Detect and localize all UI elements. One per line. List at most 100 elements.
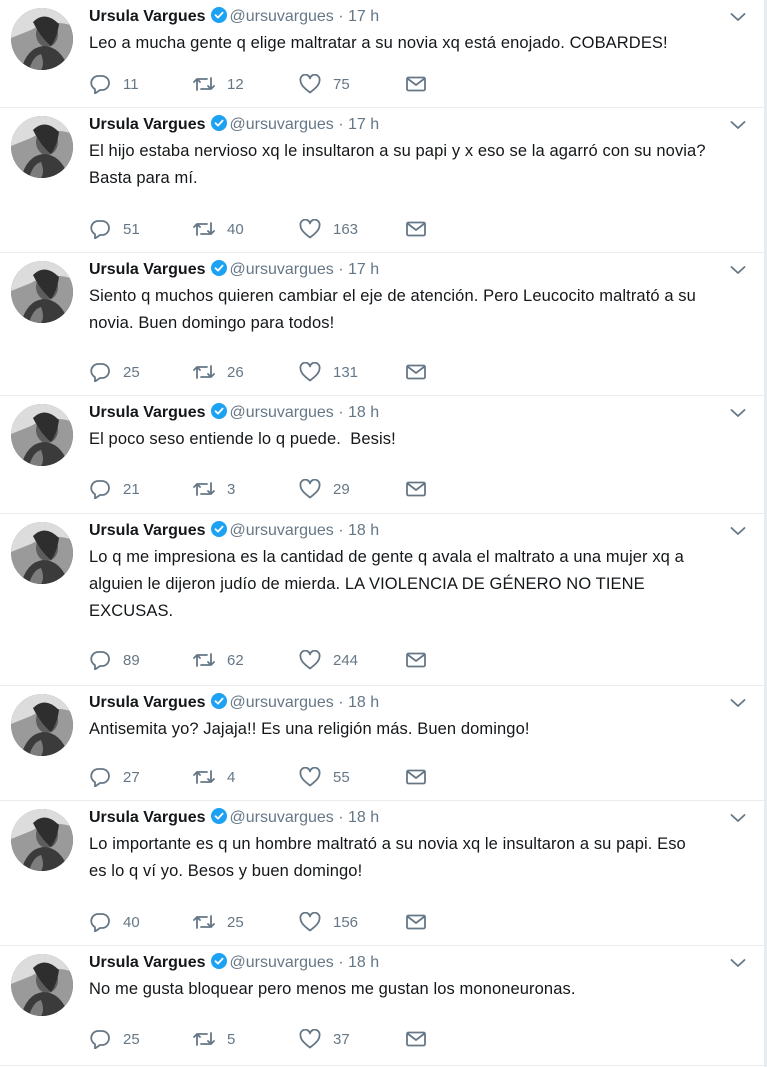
like-count: 156	[333, 913, 359, 931]
display-name[interactable]: Ursula Vargues	[89, 261, 206, 278]
chevron-down-icon[interactable]	[730, 811, 746, 823]
like-button[interactable]: 156	[299, 911, 358, 933]
chevron-down-icon[interactable]	[730, 263, 746, 275]
like-button[interactable]: 131	[299, 361, 358, 383]
username[interactable]: @ursuvargues	[230, 261, 334, 278]
retweet-button[interactable]: 12	[193, 73, 244, 95]
avatar[interactable]	[11, 954, 73, 1016]
tweet[interactable]: Ursula Vargues @ursuvargues · 18 h Lo q m…	[0, 514, 764, 686]
tweet-header: Ursula Vargues @ursuvargues · 17 h	[89, 259, 379, 281]
avatar[interactable]	[11, 404, 73, 466]
tweet-actions: 27 4 55	[89, 766, 449, 788]
verified-badge-icon	[210, 953, 227, 969]
chevron-down-icon[interactable]	[730, 406, 746, 418]
retweet-button[interactable]: 3	[193, 478, 235, 500]
like-button[interactable]: 75	[299, 73, 350, 95]
display-name[interactable]: Ursula Vargues	[89, 954, 206, 971]
tweet[interactable]: Ursula Vargues @ursuvargues · 18 h No me …	[0, 946, 764, 1066]
tweet[interactable]: Ursula Vargues @ursuvargues · 18 h Lo imp…	[0, 801, 764, 946]
chevron-down-icon[interactable]	[730, 956, 746, 968]
username[interactable]: @ursuvargues	[230, 694, 334, 711]
timestamp[interactable]: 18 h	[348, 809, 379, 826]
verified-badge-icon	[210, 115, 227, 131]
chevron-down-icon[interactable]	[730, 118, 746, 130]
avatar[interactable]	[11, 8, 73, 70]
display-name[interactable]: Ursula Vargues	[89, 404, 206, 421]
reply-button[interactable]: 27	[89, 766, 140, 788]
reply-button[interactable]: 25	[89, 361, 140, 383]
direct-message-button[interactable]	[405, 361, 427, 383]
direct-message-button[interactable]	[405, 478, 427, 500]
username[interactable]: @ursuvargues	[230, 954, 334, 971]
avatar[interactable]	[11, 809, 73, 871]
timestamp[interactable]: 17 h	[348, 261, 379, 278]
like-button[interactable]: 37	[299, 1028, 350, 1050]
direct-message-button[interactable]	[405, 649, 427, 671]
tweet[interactable]: Ursula Vargues @ursuvargues · 18 h El poc…	[0, 396, 764, 514]
reply-count: 25	[123, 1030, 140, 1048]
retweet-button[interactable]: 5	[193, 1028, 235, 1050]
like-button[interactable]: 163	[299, 218, 358, 240]
username[interactable]: @ursuvargues	[230, 8, 334, 25]
direct-message-button[interactable]	[405, 766, 427, 788]
direct-message-button[interactable]	[405, 1028, 427, 1050]
direct-message-button[interactable]	[405, 218, 427, 240]
retweet-button[interactable]: 62	[193, 649, 244, 671]
like-button[interactable]: 244	[299, 649, 358, 671]
tweet[interactable]: Ursula Vargues @ursuvargues · 17 h Siento…	[0, 253, 764, 396]
verified-badge-icon	[210, 260, 227, 276]
tweet-text: El poco seso entiende lo q puede. Besis!	[89, 430, 396, 448]
tweet-header: Ursula Vargues @ursuvargues · 17 h	[89, 114, 379, 136]
reply-button[interactable]: 25	[89, 1028, 140, 1050]
display-name[interactable]: Ursula Vargues	[89, 8, 206, 25]
tweet-text: Leo a mucha gente q elige maltratar a su…	[89, 34, 668, 52]
retweet-button[interactable]: 4	[193, 766, 235, 788]
chevron-down-icon[interactable]	[730, 524, 746, 536]
like-button[interactable]: 29	[299, 478, 350, 500]
verified-badge-icon	[210, 7, 227, 23]
retweet-button[interactable]: 26	[193, 361, 244, 383]
username[interactable]: @ursuvargues	[230, 116, 334, 133]
display-name[interactable]: Ursula Vargues	[89, 694, 206, 711]
display-name[interactable]: Ursula Vargues	[89, 116, 206, 133]
avatar[interactable]	[11, 522, 73, 584]
like-count: 29	[333, 480, 350, 498]
display-name[interactable]: Ursula Vargues	[89, 522, 206, 539]
tweet-text: Lo importante es q un hombre maltrató a …	[89, 835, 686, 880]
avatar[interactable]	[11, 694, 73, 756]
reply-button[interactable]: 11	[89, 73, 139, 95]
tweet-text: Antisemita yo? Jajaja!! Es una religión …	[89, 720, 530, 738]
tweet[interactable]: Ursula Vargues @ursuvargues · 17 h Leo a …	[0, 0, 764, 108]
username[interactable]: @ursuvargues	[230, 404, 334, 421]
separator-dot: ·	[338, 809, 344, 826]
username[interactable]: @ursuvargues	[230, 522, 334, 539]
timestamp[interactable]: 18 h	[348, 522, 379, 539]
chevron-down-icon[interactable]	[730, 10, 746, 22]
username[interactable]: @ursuvargues	[230, 809, 334, 826]
reply-button[interactable]: 40	[89, 911, 140, 933]
reply-count: 21	[123, 480, 140, 498]
timestamp[interactable]: 17 h	[348, 116, 379, 133]
retweet-button[interactable]: 40	[193, 218, 244, 240]
retweet-button[interactable]: 25	[193, 911, 244, 933]
avatar[interactable]	[11, 116, 73, 178]
retweet-icon	[193, 482, 215, 496]
direct-message-button[interactable]	[405, 73, 427, 95]
display-name[interactable]: Ursula Vargues	[89, 809, 206, 826]
tweet[interactable]: Ursula Vargues @ursuvargues · 18 h Antise…	[0, 686, 764, 801]
like-count: 37	[333, 1030, 350, 1048]
timestamp[interactable]: 18 h	[348, 954, 379, 971]
chevron-down-icon[interactable]	[730, 696, 746, 708]
like-button[interactable]: 55	[299, 766, 350, 788]
tweet-actions: 40 25 156	[89, 911, 449, 933]
avatar[interactable]	[11, 261, 73, 323]
direct-message-button[interactable]	[405, 911, 427, 933]
timestamp[interactable]: 17 h	[348, 8, 379, 25]
tweet[interactable]: Ursula Vargues @ursuvargues · 17 h El hij…	[0, 108, 764, 253]
reply-button[interactable]: 89	[89, 649, 140, 671]
avatar-photo	[11, 116, 73, 178]
reply-button[interactable]: 51	[89, 218, 140, 240]
timestamp[interactable]: 18 h	[348, 404, 379, 421]
timestamp[interactable]: 18 h	[348, 694, 379, 711]
reply-button[interactable]: 21	[89, 478, 140, 500]
